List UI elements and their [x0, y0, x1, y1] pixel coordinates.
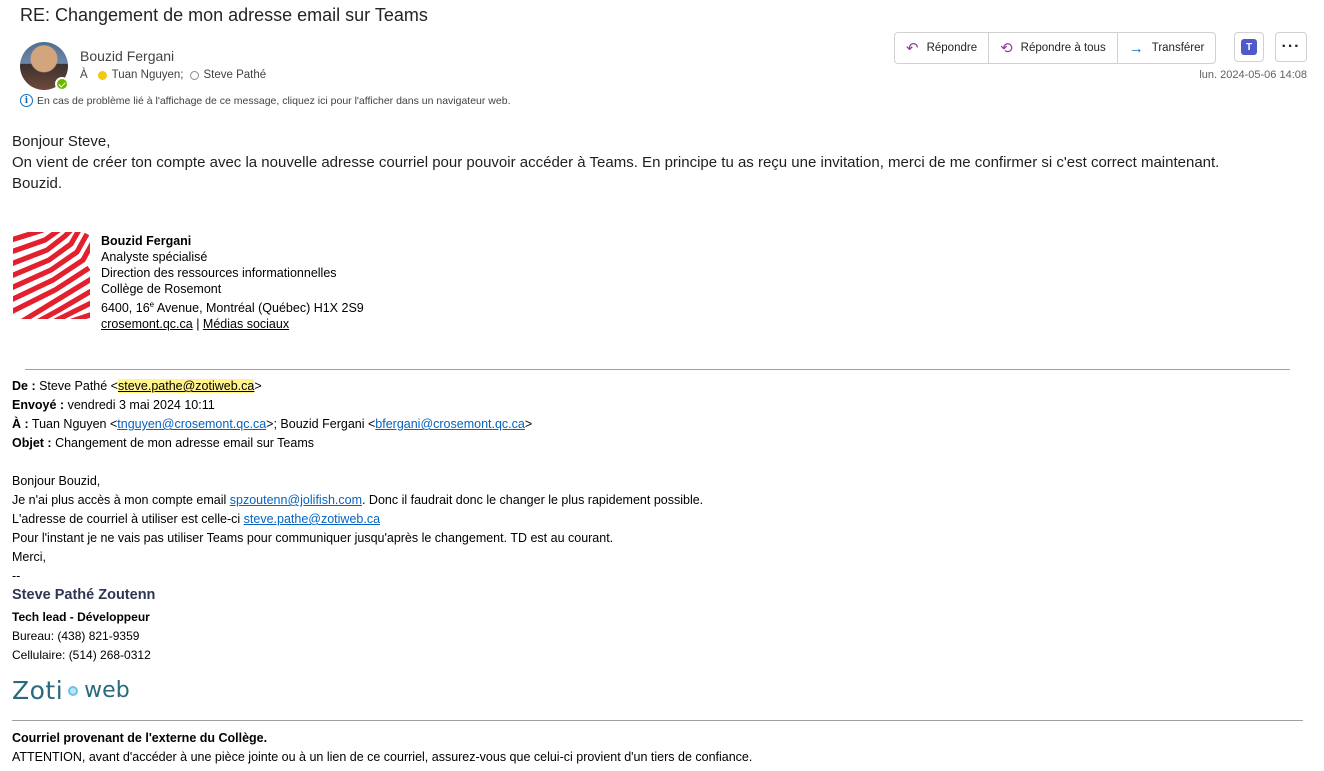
reply-label: Répondre	[926, 42, 978, 54]
presence-offline-icon	[189, 70, 199, 80]
forward-icon: →	[1128, 39, 1144, 57]
quoted-body: Bonjour Bouzid, Je n'ai plus accès à mon…	[12, 472, 703, 586]
quoted-from: De : Steve Pathé <steve.pathe@zotiweb.ca…	[12, 379, 262, 393]
teams-icon: T	[1241, 39, 1257, 55]
rosemont-logo	[13, 232, 90, 319]
reply-all-label: Répondre à tous	[1020, 42, 1106, 54]
more-options-button[interactable]: ···	[1275, 32, 1307, 62]
body-greeting: Bonjour Steve,	[12, 133, 111, 150]
external-email-notice: Courriel provenant de l'externe du Collè…	[12, 729, 752, 767]
message-body: Bonjour Steve, On vient de créer ton com…	[12, 131, 1219, 194]
old-email-link[interactable]: spzoutenn@jolifish.com	[230, 493, 362, 507]
info-icon: i	[20, 94, 33, 107]
presence-available-icon	[55, 77, 69, 91]
quoted-signature-title: Tech lead - Développeur	[12, 610, 150, 624]
info-banner-text[interactable]: En cas de problème lié à l'affichage de …	[37, 95, 510, 107]
signature-site-link[interactable]: crosemont.qc.ca	[101, 317, 193, 331]
zotiweb-logo: Zoti web	[12, 676, 130, 705]
recipient-steve[interactable]: Steve Pathé	[204, 69, 267, 81]
footer-divider	[12, 720, 1303, 721]
forward-label: Transférer	[1151, 42, 1205, 54]
reply-button[interactable]: ↶ Répondre	[895, 33, 990, 63]
signature-dashes: --	[12, 569, 21, 583]
quoted-greeting: Bonjour Bouzid,	[12, 474, 101, 488]
reply-actions: ↶ Répondre ⟲ Répondre à tous → Transfére…	[894, 32, 1217, 64]
recipients-line: À Tuan Nguyen; Steve Pathé	[80, 69, 266, 81]
forward-button[interactable]: → Transférer	[1118, 33, 1216, 63]
quoted-sent: Envoyé : vendredi 3 mai 2024 10:11	[12, 398, 215, 412]
email-subject: RE: Changement de mon adresse email sur …	[20, 5, 428, 25]
quote-divider	[25, 369, 1290, 370]
body-line: On vient de créer ton compte avec la nou…	[12, 154, 1220, 171]
new-email-link[interactable]: steve.pathe@zotiweb.ca	[244, 512, 380, 526]
quoted-subject: Objet : Changement de mon adresse email …	[12, 436, 314, 450]
quoted-to-email2-link[interactable]: bfergani@crosemont.qc.ca	[375, 417, 525, 431]
quoted-to: À : Tuan Nguyen <tnguyen@crosemont.qc.ca…	[12, 417, 533, 431]
signature-org: Collège de Rosemont	[101, 282, 222, 296]
signature-title: Analyste spécialisé	[101, 250, 208, 264]
recipient-tuan[interactable]: Tuan Nguyen;	[112, 69, 184, 81]
email-date: lun. 2024-05-06 14:08	[1199, 69, 1307, 81]
zotiweb-logo-dot	[68, 685, 79, 696]
signature-social-link[interactable]: Médias sociaux	[203, 317, 289, 331]
quoted-signature-mobile: Cellulaire: (514) 268-0312	[12, 648, 151, 662]
body-closing: Bouzid.	[12, 175, 63, 192]
quoted-signature-name: Steve Pathé Zoutenn	[12, 587, 156, 603]
reply-all-icon: ⟲	[1000, 39, 1013, 57]
signature-department: Direction des ressources informationnell…	[101, 266, 337, 280]
sender-signature: Bouzid Fergani Analyste spécialisé Direc…	[101, 234, 364, 332]
to-label: À	[80, 69, 88, 81]
quoted-line3: Pour l'instant je ne vais pas utiliser T…	[12, 531, 614, 545]
footer-heading: Courriel provenant de l'externe du Collè…	[12, 731, 268, 745]
quoted-signature: Tech lead - Développeur Bureau: (438) 82…	[12, 608, 151, 665]
signature-name: Bouzid Fergani	[101, 234, 192, 248]
signature-address: 6400, 16e Avenue, Montréal (Québec) H1X …	[101, 300, 364, 316]
reply-icon: ↶	[906, 39, 919, 57]
teams-button[interactable]: T	[1234, 32, 1264, 62]
quoted-header: De : Steve Pathé <steve.pathe@zotiweb.ca…	[12, 377, 532, 453]
quoted-line1: Je n'ai plus accès à mon compte email sp…	[12, 493, 704, 507]
footer-warning: ATTENTION, avant d'accéder à une pièce j…	[12, 750, 753, 764]
presence-away-icon	[97, 70, 107, 80]
reply-all-button[interactable]: ⟲ Répondre à tous	[989, 33, 1118, 63]
quoted-to-email1-link[interactable]: tnguyen@crosemont.qc.ca	[117, 417, 266, 431]
quoted-signature-office: Bureau: (438) 821-9359	[12, 629, 140, 643]
more-icon: ···	[1281, 38, 1301, 55]
quoted-line2: L'adresse de courriel à utiliser est cel…	[12, 512, 381, 526]
quoted-thanks: Merci,	[12, 550, 47, 564]
sender-name[interactable]: Bouzid Fergani	[80, 48, 174, 64]
info-banner[interactable]: i En cas de problème lié à l'affichage d…	[20, 94, 510, 107]
quoted-from-email-link[interactable]: steve.pathe@zotiweb.ca	[117, 379, 255, 393]
